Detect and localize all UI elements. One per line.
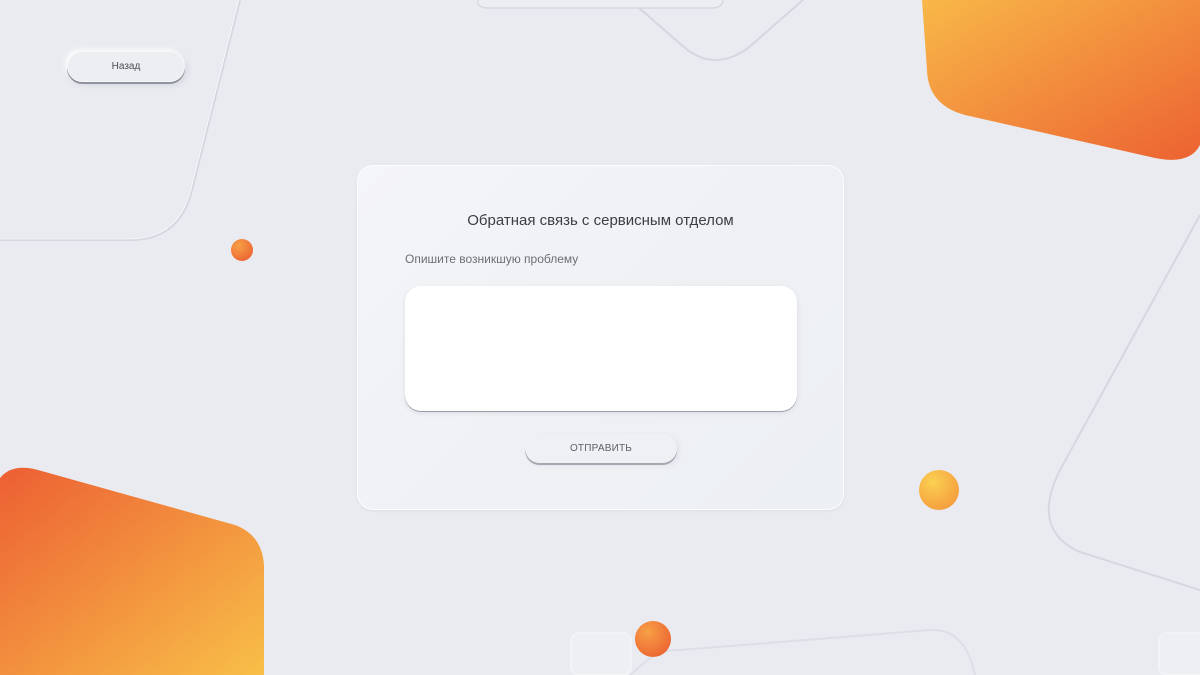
problem-description-label: Опишите возникшую проблему xyxy=(405,252,579,266)
feedback-card: Обратная связь с сервисным отделом Опиши… xyxy=(357,165,844,510)
submit-button[interactable]: ОТПРАВИТЬ xyxy=(525,434,677,463)
back-button[interactable]: Назад xyxy=(67,51,185,82)
problem-description-input[interactable] xyxy=(405,286,797,411)
feedback-title: Обратная связь с сервисным отделом xyxy=(467,212,734,229)
